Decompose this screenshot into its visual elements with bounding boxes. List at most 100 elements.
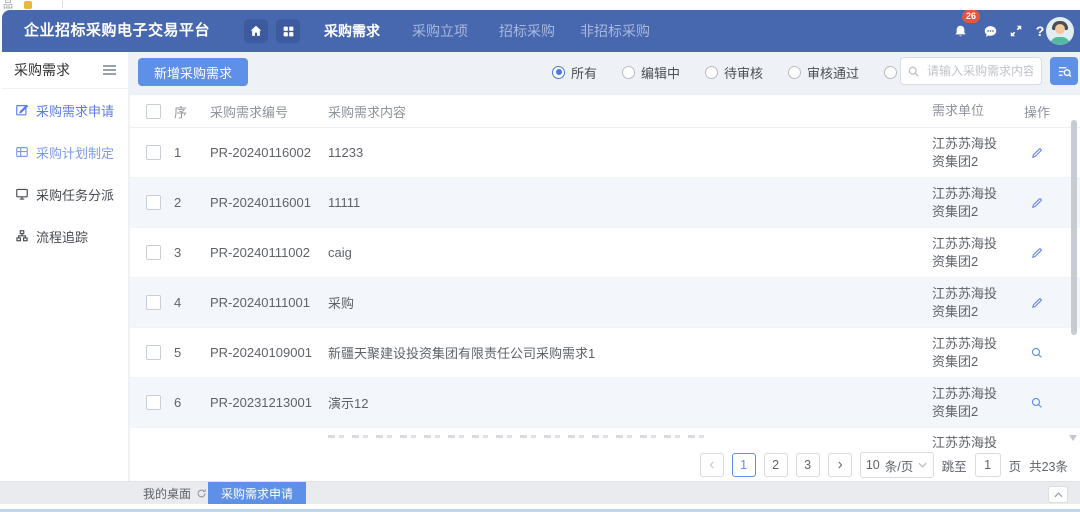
- col-code: 采购需求编号: [210, 102, 328, 121]
- fullscreen-button[interactable]: [1008, 23, 1024, 39]
- table-row: 3 PR-20240111002 caig 江苏苏海投资集团2: [130, 228, 1080, 278]
- apps-menu-button[interactable]: [276, 19, 300, 43]
- filter-all[interactable]: 所有: [552, 63, 597, 82]
- table-header: 序 采购需求编号 采购需求内容 需求单位 操作: [130, 95, 1080, 128]
- filter-search-icon: [1057, 64, 1072, 79]
- radio-icon: [622, 66, 635, 79]
- nav-tab-non-bidding-purchase[interactable]: 非招标采购: [580, 10, 650, 52]
- select-all-checkbox[interactable]: [146, 104, 161, 119]
- avatar-face: [1055, 24, 1065, 34]
- browser-bookmark-icon: [24, 1, 32, 9]
- edit-icon[interactable]: [1030, 196, 1044, 210]
- page-size-select[interactable]: 10 条/页: [860, 452, 934, 478]
- col-unit: 需求单位: [932, 102, 1008, 120]
- radio-icon: [552, 66, 565, 79]
- row-checkbox[interactable]: [146, 345, 161, 360]
- taskbar-tab-demand-apply[interactable]: 采购需求申请: [208, 482, 306, 505]
- taskbar: 我的桌面 采购需求申请: [0, 481, 1080, 505]
- sidebar-item-plan-making[interactable]: 采购计划制定: [2, 131, 128, 173]
- chevron-down-icon: [918, 462, 927, 468]
- filter-pending-review[interactable]: 待审核: [705, 63, 763, 82]
- sidebar-item-label: 流程追踪: [36, 227, 88, 246]
- app-title: 企业招标采购电子交易平台: [24, 10, 210, 52]
- pagination: 1 2 3 10 条/页 跳至 页 共23条: [130, 449, 1080, 481]
- col-content: 采购需求内容: [328, 102, 932, 121]
- row-checkbox[interactable]: [146, 195, 161, 210]
- row-checkbox[interactable]: [146, 295, 161, 310]
- notification-badge: 26: [962, 10, 980, 23]
- col-seq: 序: [174, 102, 210, 121]
- edit-icon[interactable]: [1030, 296, 1044, 310]
- sidebar-item-process-tracking[interactable]: 流程追踪: [2, 215, 128, 257]
- scrollbar-down-arrow[interactable]: [1069, 435, 1077, 441]
- sidebar-title: 采购需求: [14, 52, 70, 88]
- search-box: [900, 57, 1042, 85]
- sitemap-icon: [15, 229, 29, 243]
- monitor-icon: [15, 187, 29, 201]
- sidebar-item-label: 采购计划制定: [36, 143, 114, 162]
- next-page-button[interactable]: [828, 453, 852, 477]
- search-input[interactable]: [925, 63, 1035, 79]
- page-button-3[interactable]: 3: [796, 453, 820, 477]
- search-icon: [907, 65, 920, 78]
- home-icon: [249, 24, 263, 38]
- radio-icon: [884, 66, 897, 79]
- demand-table-panel: 序 采购需求编号 采购需求内容 需求单位 操作 1 PR-20240116002…: [130, 95, 1080, 481]
- avatar-shirt: [1050, 37, 1070, 45]
- apps-grid-icon: [282, 25, 295, 38]
- user-avatar[interactable]: [1046, 17, 1074, 45]
- jump-unit: 页: [1009, 456, 1022, 475]
- sidebar-header: 采购需求: [2, 52, 128, 89]
- radio-icon: [788, 66, 801, 79]
- plan-table-icon: [15, 145, 29, 159]
- row-checkbox[interactable]: [146, 395, 161, 410]
- sidebar-collapse-icon[interactable]: [103, 65, 116, 77]
- filter-approved[interactable]: 审核通过: [788, 63, 859, 82]
- radio-icon: [705, 66, 718, 79]
- top-navbar: 企业招标采购电子交易平台 采购需求 采购立项 招标采购 非招标采购 26: [2, 10, 1080, 52]
- sidebar-item-task-dispatch[interactable]: 采购任务分派: [2, 173, 128, 215]
- table-row: 5 PR-20240109001 新疆天聚建设投资集团有限责任公司采购需求1 江…: [130, 328, 1080, 378]
- my-desktop-button[interactable]: 我的桌面: [143, 482, 207, 505]
- edit-square-icon: [15, 103, 29, 117]
- table-row: 2 PR-20240116001 11111 江苏苏海投资集团2: [130, 178, 1080, 228]
- view-icon[interactable]: [1030, 346, 1044, 360]
- total-count: 共23条: [1029, 456, 1068, 475]
- advanced-search-button[interactable]: [1050, 57, 1078, 85]
- add-demand-button[interactable]: 新增采购需求: [138, 58, 248, 86]
- jump-label: 跳至: [942, 456, 967, 475]
- prev-page-button[interactable]: [700, 453, 724, 477]
- table-row: 4 PR-20240111001 采购 江苏苏海投资集团2: [130, 278, 1080, 328]
- filter-editing[interactable]: 编辑中: [622, 63, 680, 82]
- browser-artifact-icon: 品: [3, 0, 14, 9]
- table-row: 6 PR-20231213001 演示12 江苏苏海投资集团2: [130, 378, 1080, 428]
- notifications-button[interactable]: [952, 23, 968, 39]
- nav-tab-bidding-purchase[interactable]: 招标采购: [499, 10, 555, 52]
- fullscreen-icon: [1009, 24, 1023, 38]
- edit-icon[interactable]: [1030, 246, 1044, 260]
- main-content: 新增采购需求 所有 编辑中 待审核 审核通过 审核不通过: [128, 52, 1080, 512]
- message-icon: [983, 24, 998, 39]
- nav-tab-purchase-initiation[interactable]: 采购立项: [412, 10, 468, 52]
- chevron-up-icon: [1054, 492, 1063, 498]
- jump-page-input[interactable]: [975, 453, 1001, 477]
- table-row: 1 PR-20240116002 11233 江苏苏海投资集团2: [130, 128, 1080, 178]
- clipped-text: [328, 435, 708, 438]
- sidebar-item-demand-apply[interactable]: 采购需求申请: [2, 89, 128, 131]
- bell-icon: [953, 24, 968, 39]
- row-checkbox[interactable]: [146, 145, 161, 160]
- sidebar-item-label: 采购需求申请: [36, 101, 114, 120]
- app-page: 品 企业招标采购电子交易平台 采购需求 采购立项 招标采购 非招标采购 26: [0, 0, 1080, 512]
- taskbar-collapse-button[interactable]: [1048, 486, 1068, 503]
- home-button[interactable]: [244, 19, 268, 43]
- page-button-2[interactable]: 2: [764, 453, 788, 477]
- nav-tab-purchase-demand[interactable]: 采购需求: [324, 10, 380, 52]
- messages-button[interactable]: [982, 23, 998, 39]
- table-scrollbar[interactable]: [1071, 120, 1077, 335]
- refresh-icon: [196, 488, 207, 499]
- view-icon[interactable]: [1030, 396, 1044, 410]
- edit-icon[interactable]: [1030, 146, 1044, 160]
- row-checkbox[interactable]: [146, 245, 161, 260]
- page-button-1[interactable]: 1: [732, 453, 756, 477]
- help-icon: ?: [1036, 23, 1045, 39]
